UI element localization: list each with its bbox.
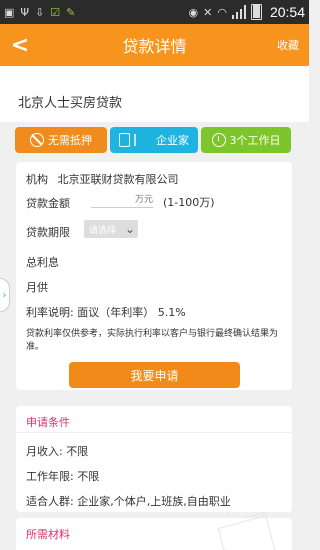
status-time: 20:54 <box>269 4 305 20</box>
divider <box>16 432 292 433</box>
institution-value: 北京亚联财贷款有限公司 <box>57 173 179 186</box>
tag-label: 3个工作日 <box>229 134 281 147</box>
status-bar: ▣ Ψ ⇩ ☑ ✎ ◉ ✕ ◠ 20:54 <box>0 0 309 24</box>
term-placeholder: 请选择 <box>89 225 117 236</box>
amount-input[interactable] <box>91 192 153 208</box>
tag-no-collateral: 无需抵押 <box>15 127 107 153</box>
chevron-down-icon: ⌄ <box>124 222 135 236</box>
institution-row: 机构 北京亚联财贷款有限公司 <box>26 171 179 187</box>
application-conditions-card: 申请条件 月收入: 不限 工作年限: 不限 适合人群: 企业家,个体户,上班族,… <box>16 406 292 512</box>
conditions-title: 申请条件 <box>26 416 70 429</box>
monthly-payment-label: 月供 <box>26 281 48 294</box>
usb-icon: Ψ <box>20 5 30 19</box>
favorite-button[interactable]: 收藏 <box>277 37 299 53</box>
amount-range: (1-100万) <box>163 196 215 209</box>
condition-income: 月收入: 不限 <box>26 445 89 458</box>
no-collateral-icon <box>30 133 44 147</box>
amount-label: 贷款金额 <box>26 197 70 210</box>
institution-label: 机构 <box>26 173 48 186</box>
condition-work-years: 工作年限: 不限 <box>26 470 100 483</box>
title-bar: < 贷款详情 收藏 <box>0 24 309 66</box>
mute-icon: ✕ <box>203 5 213 19</box>
page-title: 贷款详情 <box>122 37 187 56</box>
tag-work-days: 3个工作日 <box>201 127 291 153</box>
document-icon <box>119 133 130 147</box>
clock-icon <box>211 133 226 147</box>
app-check-icon: ☑ <box>50 5 61 19</box>
tag-entrepreneur: 企业家 <box>110 127 198 153</box>
rate-description: 利率说明: 面议（年利率） 5.1% <box>26 306 186 319</box>
tag-label: 无需抵押 <box>48 134 92 147</box>
loan-details-card: 机构 北京亚联财贷款有限公司 贷款金额 (1-100万) 贷款期限 请选择 ⌄ … <box>16 162 292 390</box>
feature-tags: 无需抵押 企业家 3个工作日 <box>15 127 295 153</box>
battery-icon <box>250 4 262 20</box>
wifi-icon: ◠ <box>217 5 227 19</box>
app-edit-icon: ✎ <box>66 5 76 19</box>
total-interest-label: 总利息 <box>26 256 59 269</box>
term-label: 贷款期限 <box>26 226 70 239</box>
chevron-left-icon: < <box>10 32 30 58</box>
side-drawer-handle[interactable]: › <box>0 278 10 312</box>
term-select[interactable]: 请选择 ⌄ <box>84 220 138 238</box>
rate-note: 贷款利率仅供参考，实际执行利率以客户与银行最终确认结果为准。 <box>26 329 279 352</box>
tag-label: 企业家 <box>156 134 189 147</box>
product-header: 北京人士买房贷款 <box>0 66 309 122</box>
product-name: 北京人士买房贷款 <box>18 96 123 111</box>
materials-title: 所需材料 <box>26 528 70 541</box>
eye-icon: ◉ <box>188 5 199 19</box>
signal-icon <box>231 5 247 19</box>
back-button[interactable]: < <box>0 24 40 66</box>
condition-audience: 适合人群: 企业家,个体户,上班族,自由职业 <box>26 495 231 508</box>
notification-icon: ▣ <box>4 5 15 19</box>
apply-button[interactable]: 我要申请 <box>69 362 240 388</box>
content-area[interactable]: 北京人士买房贷款 无需抵押 企业家 3个工作日 机构 北京亚联财贷款有限公司 贷… <box>0 66 309 550</box>
tag-divider <box>134 134 136 146</box>
chevron-right-icon: › <box>2 289 7 301</box>
download-icon: ⇩ <box>35 5 45 19</box>
